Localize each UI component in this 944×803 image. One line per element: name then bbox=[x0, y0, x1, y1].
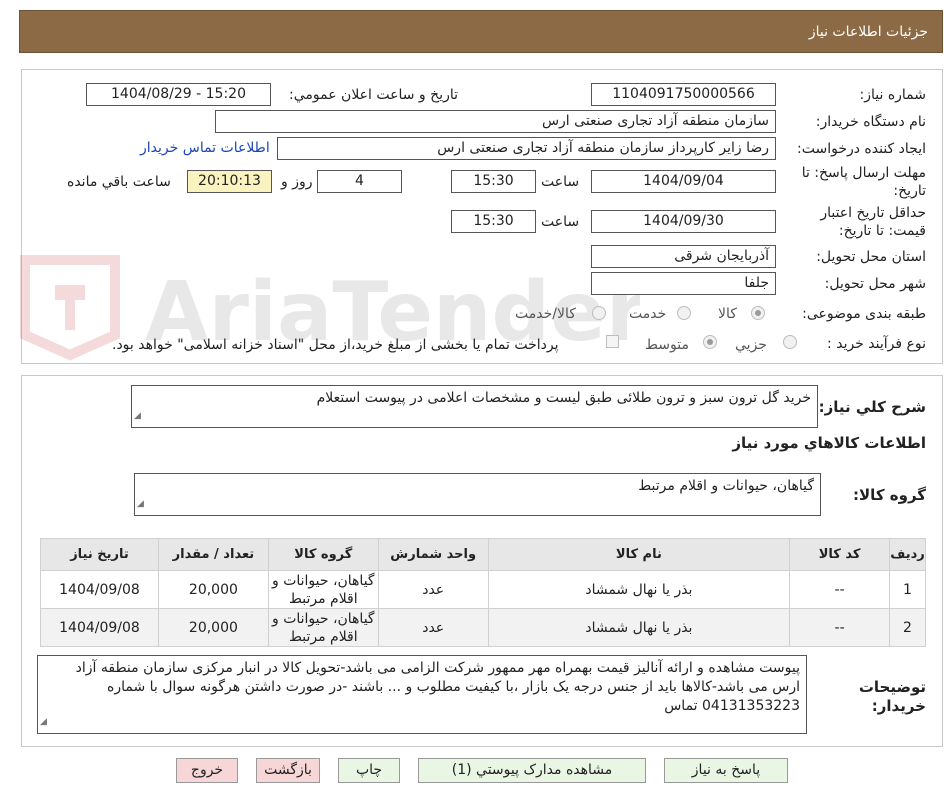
need-number-field: 1104091750000566 bbox=[591, 83, 776, 106]
buyer-notes-text: پیوست مشاهده و ارائه آنالیز قیمت بهمراه … bbox=[75, 660, 800, 714]
goods-group-textarea[interactable]: گیاهان، حیوانات و اقلام مرتبط ◢ bbox=[134, 473, 821, 516]
buyer-notes-label: توضيحات bbox=[858, 678, 926, 696]
col-header-qty: تعداد / مقدار bbox=[157, 538, 269, 571]
treasury-bonds-checkbox[interactable] bbox=[606, 335, 619, 348]
category-goods-label: کالا bbox=[718, 306, 737, 322]
category-service-label: خدمت bbox=[629, 306, 667, 322]
creator-field: رضا زایر کارپرداز سازمان منطقه آزاد تجار… bbox=[277, 137, 776, 160]
process-medium-radio[interactable] bbox=[703, 335, 717, 349]
buyer-org-label: نام دستگاه خريدار: bbox=[815, 114, 926, 130]
cell-unit: عدد bbox=[377, 570, 489, 609]
table-header-row: رديف کد کالا نام کالا واحد شمارش گروه کا… bbox=[40, 538, 926, 571]
buyer-notes-textarea[interactable]: پیوست مشاهده و ارائه آنالیز قیمت بهمراه … bbox=[37, 655, 807, 734]
validity-label: حداقل تاريخ اعتبار bbox=[820, 205, 926, 221]
col-header-row: رديف bbox=[889, 538, 926, 571]
remaining-label: ساعت باقي مانده bbox=[67, 174, 171, 190]
process-medium-label: متوسط bbox=[645, 337, 689, 353]
cell-group: گیاهان، حیوانات و اقلام مرتبط bbox=[267, 608, 379, 647]
process-minor-label: جزيي bbox=[735, 337, 767, 353]
remaining-days-field: 4 bbox=[317, 170, 402, 193]
deadline-label-date: تاريخ: bbox=[893, 183, 926, 199]
col-header-name: نام کالا bbox=[487, 538, 791, 571]
cell-name: بذر یا نهال شمشاد bbox=[487, 608, 791, 647]
cell-row: 2 bbox=[889, 608, 926, 647]
back-button[interactable]: بازگشت bbox=[256, 758, 320, 783]
page-title: جزئیات اطلاعات نیاز bbox=[19, 10, 943, 53]
deadline-time-label: ساعت bbox=[541, 174, 580, 190]
payment-note: پرداخت تمام يا بخشی از مبلغ خريد،از محل … bbox=[112, 337, 559, 353]
category-service-radio[interactable] bbox=[677, 306, 691, 320]
resize-grip-icon[interactable]: ◢ bbox=[40, 713, 47, 732]
validity-label-date: قيمت: تا تاريخ: bbox=[838, 223, 926, 239]
city-label: شهر محل تحويل: bbox=[824, 276, 926, 292]
category-both-radio[interactable] bbox=[592, 306, 606, 320]
deadline-label: مهلت ارسال پاسخ: تا bbox=[801, 165, 926, 181]
goods-group-text: گیاهان، حیوانات و اقلام مرتبط bbox=[638, 478, 814, 494]
category-label: طبقه بندی موضوعی: bbox=[802, 306, 926, 322]
buyer-org-field: سازمان منطقه آزاد تجاری صنعتی ارس bbox=[215, 110, 776, 133]
province-label: استان محل تحويل: bbox=[816, 249, 926, 265]
cell-name: بذر یا نهال شمشاد bbox=[487, 570, 791, 609]
province-field: آذربايجان شرقی bbox=[591, 245, 776, 268]
cell-code: -- bbox=[789, 608, 891, 647]
goods-section-title: اطلاعات کالاهاي مورد نياز bbox=[732, 434, 926, 452]
validity-date-field: 1404/09/30 bbox=[591, 210, 776, 233]
need-number-label: شماره نیاز: bbox=[859, 87, 927, 103]
cell-date: 1404/09/08 bbox=[40, 608, 159, 647]
validity-time-field: 15:30 bbox=[451, 210, 536, 233]
table-row: 2 -- بذر یا نهال شمشاد عدد گیاهان، حیوان… bbox=[40, 608, 926, 647]
col-header-unit: واحد شمارش bbox=[377, 538, 489, 571]
col-header-group: گروه کالا bbox=[267, 538, 379, 571]
description-textarea[interactable]: خرید گل ترون سبز و ترون طلائی طبق لیست و… bbox=[131, 385, 818, 428]
process-label: نوع فرآيند خريد : bbox=[827, 336, 926, 352]
creator-label: ايجاد کننده درخواست: bbox=[797, 141, 926, 157]
description-label: شرح کلي نياز: bbox=[818, 398, 926, 416]
announce-label: تاریخ و ساعت اعلان عمومي: bbox=[289, 87, 458, 103]
days-label: روز و bbox=[281, 174, 313, 190]
deadline-date-field: 1404/09/04 bbox=[591, 170, 776, 193]
cell-group: گیاهان، حیوانات و اقلام مرتبط bbox=[267, 570, 379, 609]
reply-button[interactable]: پاسخ به نياز bbox=[664, 758, 788, 783]
exit-button[interactable]: خروج bbox=[176, 758, 238, 783]
cell-qty: 20,000 bbox=[157, 608, 269, 647]
col-header-date: تاريخ نياز bbox=[40, 538, 159, 571]
buyer-notes-label-2: خريدار: bbox=[871, 697, 926, 715]
goods-table: رديف کد کالا نام کالا واحد شمارش گروه کا… bbox=[40, 538, 926, 647]
resize-grip-icon[interactable]: ◢ bbox=[137, 495, 144, 514]
category-both-label: کالا/خدمت bbox=[515, 306, 576, 322]
view-attachments-button[interactable]: مشاهده مدارک پيوستي (1) bbox=[418, 758, 646, 783]
category-goods-radio[interactable] bbox=[751, 306, 765, 320]
cell-code: -- bbox=[789, 570, 891, 609]
description-text: خرید گل ترون سبز و ترون طلائی طبق لیست و… bbox=[316, 390, 811, 406]
remaining-time-field: 20:10:13 bbox=[187, 170, 272, 193]
cell-row: 1 bbox=[889, 570, 926, 609]
table-row: 1 -- بذر یا نهال شمشاد عدد گیاهان، حیوان… bbox=[40, 570, 926, 609]
announce-datetime-field: 1404/08/29 - 15:20 bbox=[86, 83, 271, 106]
validity-time-label: ساعت bbox=[541, 214, 580, 230]
col-header-code: کد کالا bbox=[789, 538, 891, 571]
cell-unit: عدد bbox=[377, 608, 489, 647]
city-field: جلفا bbox=[591, 272, 776, 295]
deadline-time-field: 15:30 bbox=[451, 170, 536, 193]
need-details-page: جزئیات اطلاعات نیاز AriaTender.neT شماره… bbox=[0, 0, 944, 803]
cell-date: 1404/09/08 bbox=[40, 570, 159, 609]
process-minor-radio[interactable] bbox=[783, 335, 797, 349]
buyer-contact-link[interactable]: اطلاعات تماس خريدار bbox=[140, 140, 270, 156]
print-button[interactable]: چاپ bbox=[338, 758, 400, 783]
goods-group-label: گروه کالا: bbox=[853, 486, 926, 504]
cell-qty: 20,000 bbox=[157, 570, 269, 609]
resize-grip-icon[interactable]: ◢ bbox=[134, 407, 141, 426]
